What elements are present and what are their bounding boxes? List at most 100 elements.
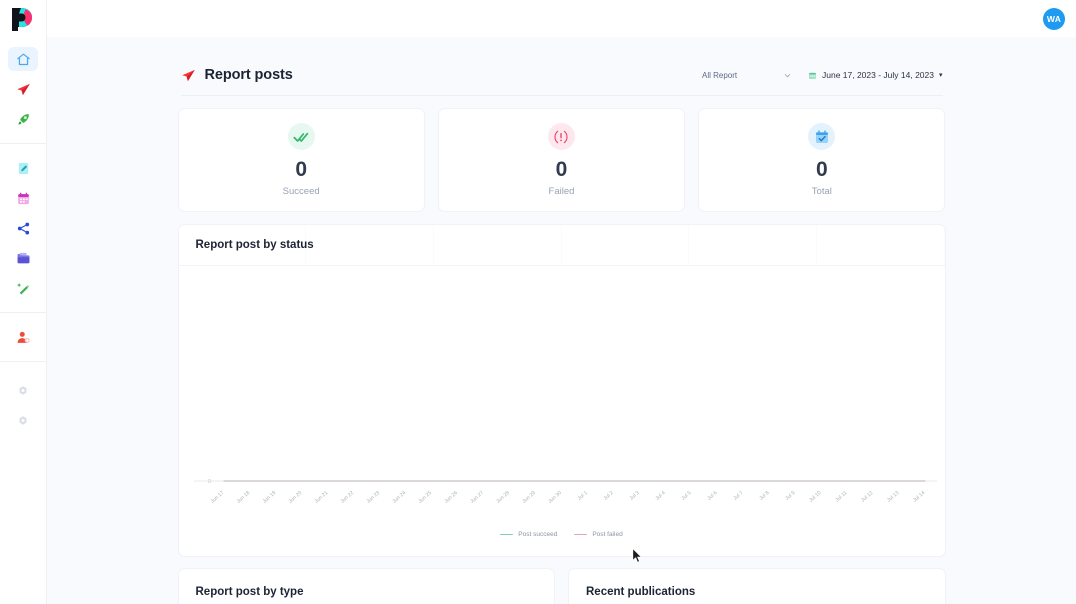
legend-label: Post succeed bbox=[518, 531, 558, 538]
sidebar-item-preferences[interactable] bbox=[8, 409, 38, 433]
svg-text:Jul 9: Jul 9 bbox=[784, 490, 796, 502]
topbar: WA bbox=[47, 0, 1076, 37]
gear-icon bbox=[19, 416, 27, 425]
panel-report-post-by-type: Report post by type bbox=[177, 568, 555, 604]
home-icon bbox=[16, 53, 30, 65]
calendar-check-icon-wrap bbox=[808, 123, 836, 151]
svg-text:Jul 11: Jul 11 bbox=[834, 490, 848, 504]
svg-text:Jun 27: Jun 27 bbox=[469, 490, 485, 505]
calendar-icon bbox=[17, 192, 29, 204]
header-controls: All Report June 17, 2023 - July 14, 2023… bbox=[702, 64, 943, 86]
stat-card-succeed: 0 Succeed bbox=[177, 108, 425, 212]
page-title: Report posts bbox=[204, 67, 293, 83]
page-content: Report posts All Report June 17, 2023 - … bbox=[177, 37, 946, 604]
svg-text:Jun 29: Jun 29 bbox=[521, 490, 537, 505]
chart-panel-title: Report post by status bbox=[195, 239, 314, 251]
svg-text:Jun 19: Jun 19 bbox=[261, 490, 277, 505]
panel-title: Report post by type bbox=[195, 586, 304, 598]
exclamation-icon bbox=[554, 130, 569, 144]
sidebar-item-share[interactable] bbox=[8, 216, 38, 240]
sidebar bbox=[0, 0, 47, 604]
panel-header: Recent publications bbox=[569, 569, 945, 604]
main-column: WA Report posts All Report June 17, 2023… bbox=[47, 0, 1076, 604]
date-range-picker[interactable]: June 17, 2023 - July 14, 2023 ▾ bbox=[808, 70, 943, 80]
app-logo[interactable] bbox=[0, 0, 47, 37]
legend-item-post-failed[interactable]: Post failed bbox=[574, 531, 623, 538]
paper-plane-icon bbox=[16, 83, 30, 95]
svg-text:Jul 8: Jul 8 bbox=[758, 490, 770, 502]
sidebar-group-members bbox=[0, 312, 47, 361]
page-title-wrap: Report posts bbox=[181, 67, 293, 83]
publer-logo-icon bbox=[12, 7, 32, 31]
sidebar-item-drafts[interactable] bbox=[8, 156, 38, 180]
svg-text:0: 0 bbox=[207, 479, 210, 485]
share-nodes-icon bbox=[17, 222, 29, 234]
stat-cards: 0 Succeed 0 Failed 0 Total bbox=[177, 108, 946, 212]
sidebar-item-compose[interactable] bbox=[8, 276, 38, 300]
svg-text:Jun 30: Jun 30 bbox=[547, 490, 563, 505]
calendar-check-icon bbox=[815, 130, 828, 143]
stat-value: 0 bbox=[295, 158, 307, 182]
stat-card-failed: 0 Failed bbox=[437, 108, 686, 212]
legend-swatch bbox=[500, 533, 514, 536]
avatar[interactable]: WA bbox=[1043, 7, 1065, 30]
svg-text:Jul 5: Jul 5 bbox=[680, 490, 692, 502]
gear-icon bbox=[19, 386, 27, 395]
bottom-panels: Report post by type Recent publications bbox=[177, 568, 946, 604]
sidebar-item-settings[interactable] bbox=[8, 379, 38, 403]
app-root: WA Report posts All Report June 17, 2023… bbox=[0, 0, 1076, 604]
sidebar-item-media-library[interactable] bbox=[8, 246, 38, 270]
chart-panel: Report post by status 0 Jun 17 Jun 18 Jun 1… bbox=[177, 224, 946, 557]
page-header: Report posts All Report June 17, 2023 - … bbox=[178, 55, 946, 95]
svg-text:Jul 12: Jul 12 bbox=[860, 490, 874, 504]
paper-plane-icon bbox=[181, 69, 195, 81]
sidebar-item-boost[interactable] bbox=[8, 107, 38, 131]
svg-text:Jun 24: Jun 24 bbox=[391, 490, 407, 505]
status-line-chart: 0 Jun 17 Jun 18 Jun 19 Jun 20 Jun 21 Jun 22 Jun… bbox=[193, 479, 937, 505]
rocket-icon bbox=[18, 113, 29, 124]
svg-text:Jul 4: Jul 4 bbox=[654, 490, 666, 502]
sidebar-item-members[interactable] bbox=[8, 325, 38, 349]
header-divider bbox=[180, 95, 943, 96]
svg-text:Jul 1: Jul 1 bbox=[576, 490, 588, 502]
legend-label: Post failed bbox=[592, 531, 623, 538]
stat-label: Succeed bbox=[282, 185, 320, 197]
sidebar-group-settings bbox=[0, 361, 47, 436]
sidebar-item-calendar[interactable] bbox=[8, 186, 38, 210]
stat-label: Total bbox=[811, 185, 832, 197]
page-scroll-area: Report posts All Report June 17, 2023 - … bbox=[47, 37, 1076, 604]
folder-icon bbox=[17, 252, 29, 263]
caret-down-icon: ▾ bbox=[938, 72, 943, 79]
svg-text:Jun 26: Jun 26 bbox=[443, 490, 459, 505]
chart-legend: Post succeed Post failed bbox=[179, 531, 945, 538]
magic-wand-icon bbox=[16, 282, 29, 294]
svg-text:Jul 6: Jul 6 bbox=[706, 490, 718, 502]
sidebar-item-dashboard[interactable] bbox=[8, 47, 38, 71]
panel-recent-publications: Recent publications bbox=[568, 568, 946, 604]
svg-text:Jun 22: Jun 22 bbox=[339, 490, 355, 505]
svg-text:Jun 23: Jun 23 bbox=[365, 490, 381, 505]
report-filter-select[interactable]: All Report bbox=[702, 64, 792, 86]
svg-text:Jul 10: Jul 10 bbox=[808, 490, 822, 504]
double-check-icon bbox=[293, 132, 309, 142]
exclamation-icon-wrap bbox=[547, 123, 575, 151]
svg-text:Jul 14: Jul 14 bbox=[912, 490, 926, 504]
svg-text:Jun 21: Jun 21 bbox=[313, 490, 329, 505]
panel-title: Recent publications bbox=[586, 586, 696, 598]
svg-text:Jul 7: Jul 7 bbox=[732, 490, 744, 502]
sidebar-item-posts[interactable] bbox=[8, 77, 38, 101]
sidebar-group-content bbox=[0, 143, 47, 312]
svg-text:Jul 13: Jul 13 bbox=[886, 490, 900, 504]
svg-text:Jun 28: Jun 28 bbox=[495, 490, 511, 505]
legend-swatch bbox=[574, 533, 588, 536]
svg-text:Jun 20: Jun 20 bbox=[287, 490, 303, 505]
double-check-icon-wrap bbox=[287, 123, 315, 151]
svg-text:Jun 17: Jun 17 bbox=[209, 490, 225, 505]
chevron-down-icon bbox=[784, 73, 791, 77]
legend-item-post-succeed[interactable]: Post succeed bbox=[500, 531, 557, 538]
svg-text:Jul 2: Jul 2 bbox=[602, 490, 614, 502]
svg-text:Jun 25: Jun 25 bbox=[417, 490, 433, 505]
calendar-icon bbox=[809, 72, 816, 79]
note-pen-icon bbox=[18, 162, 28, 174]
chart-area[interactable]: 0 Jun 17 Jun 18 Jun 19 Jun 20 Jun 21 Jun 22 Jun… bbox=[179, 266, 945, 556]
